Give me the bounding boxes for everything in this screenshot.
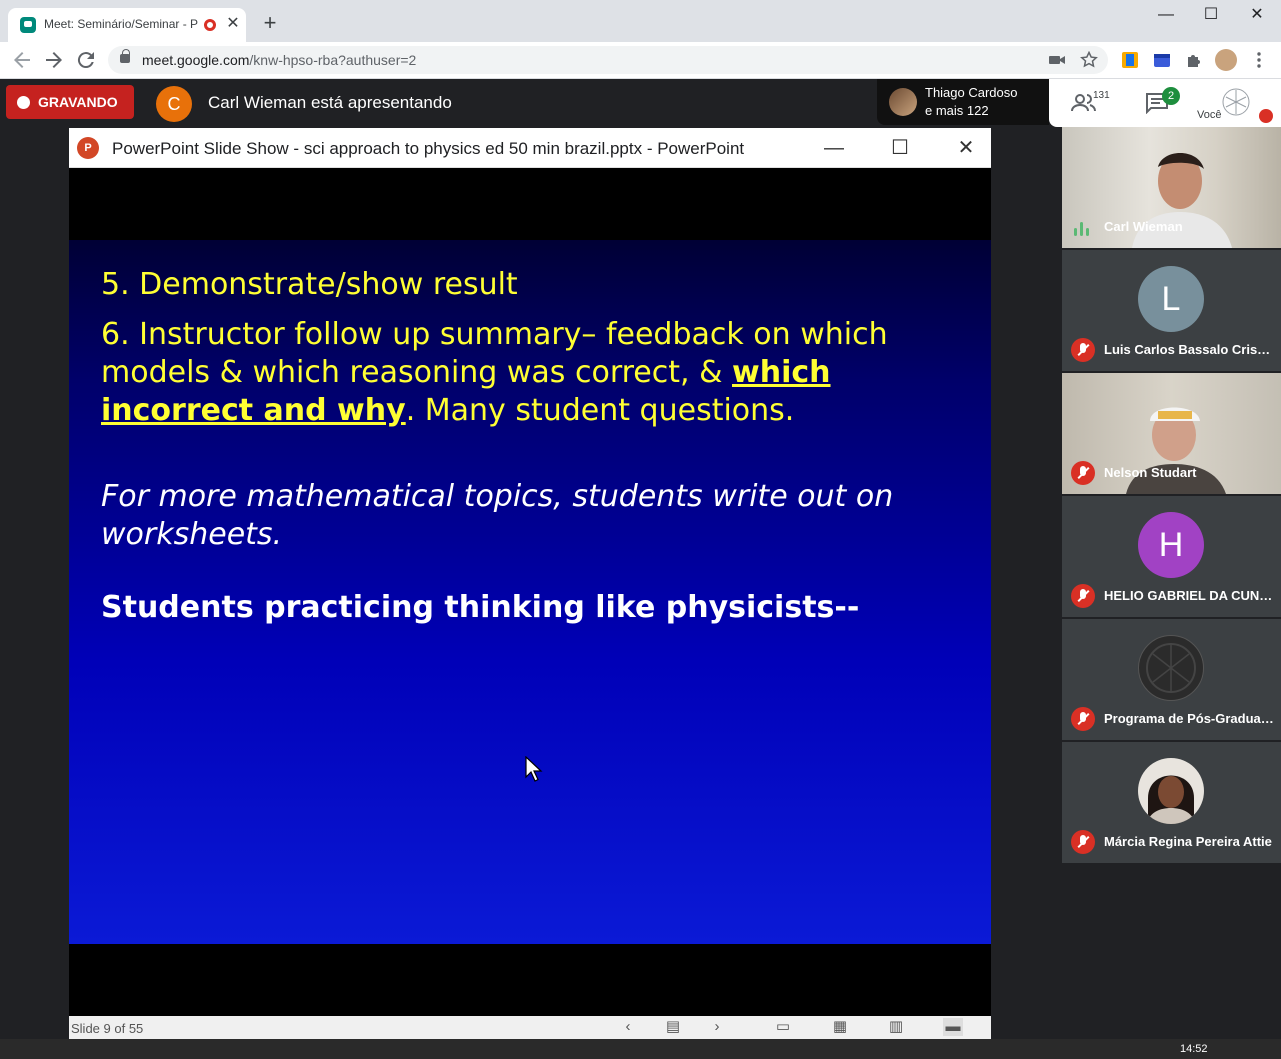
participant-avatar: H xyxy=(1138,512,1204,578)
recording-indicator-icon xyxy=(204,19,216,31)
forward-arrow-icon[interactable] xyxy=(42,48,66,72)
window-maximize-button[interactable]: ☐ xyxy=(1191,4,1231,28)
tab-title: Meet: Seminário/Seminar - P xyxy=(44,17,199,31)
powerpoint-window: P PowerPoint Slide Show - sci approach t… xyxy=(69,128,991,1039)
participant-name: Luis Carlos Bassalo Crispi... xyxy=(1104,342,1276,357)
window-minimize-button[interactable]: — xyxy=(1146,4,1186,28)
participant-name: HELIO GABRIEL DA CUNH... xyxy=(1104,588,1276,603)
participant-avatar-photo xyxy=(1138,758,1204,824)
new-tab-button[interactable]: + xyxy=(258,12,282,36)
mic-off-icon xyxy=(1071,461,1095,485)
address-bar[interactable]: meet.google.com/knw-hpso-rba?authuser=2 xyxy=(108,46,1108,74)
bookmark-star-icon[interactable] xyxy=(1080,50,1098,69)
participant-name: Márcia Regina Pereira Attie xyxy=(1104,834,1272,849)
previous-slide-icon[interactable]: ‹ xyxy=(618,1018,638,1036)
tab-close-button[interactable]: ✕ xyxy=(224,14,242,34)
slide-menu-icon[interactable]: ▤ xyxy=(663,1018,683,1036)
mic-off-icon xyxy=(1071,707,1095,731)
presenter-avatar: C xyxy=(156,86,192,122)
more-vert-icon[interactable] xyxy=(1250,51,1268,69)
presenting-status: Carl Wieman está apresentando xyxy=(208,93,452,112)
slide-counter: Slide 9 of 55 xyxy=(71,1021,144,1036)
slide-physicists-line: Students practicing thinking like physic… xyxy=(101,590,860,625)
participant-tile[interactable]: Programa de Pós-Graduaç... xyxy=(1062,619,1281,740)
self-mic-off-icon xyxy=(1259,109,1273,123)
participant-tile[interactable]: L Luis Carlos Bassalo Crispi... xyxy=(1062,250,1281,371)
participants-chip[interactable]: Thiago Cardoso e mais 122 xyxy=(877,79,1049,125)
normal-view-icon[interactable]: ▭ xyxy=(773,1018,793,1036)
powerpoint-logo-icon: P xyxy=(77,137,99,159)
participant-name: Programa de Pós-Graduaç... xyxy=(1104,711,1276,726)
recording-badge[interactable]: GRAVANDO xyxy=(6,85,134,119)
slide-item-6-tail: . Many student questions. xyxy=(405,393,795,428)
participants-count: 131 xyxy=(1093,90,1110,101)
recording-label: GRAVANDO xyxy=(38,94,118,110)
participant-avatar: L xyxy=(1138,266,1204,332)
self-label: Você xyxy=(1197,109,1222,121)
powerpoint-titlebar: P PowerPoint Slide Show - sci approach t… xyxy=(69,128,991,168)
chip-more: e mais 122 xyxy=(925,103,989,118)
os-taskbar: 14:52 xyxy=(0,1039,1281,1059)
participant-name: Carl Wieman xyxy=(1104,219,1183,234)
record-dot-icon xyxy=(17,96,30,109)
url-path: /knw-hpso-rba?authuser=2 xyxy=(249,52,417,68)
slideshow-view-icon[interactable]: ▬ xyxy=(943,1018,963,1036)
meet-favicon-icon xyxy=(20,17,36,33)
window-close-button[interactable]: ✕ xyxy=(1237,4,1277,28)
lock-icon xyxy=(120,49,130,63)
speaking-indicator-icon xyxy=(1074,220,1092,236)
camera-permission-icon[interactable] xyxy=(1048,51,1066,69)
participant-tile[interactable]: Nelson Studart xyxy=(1062,373,1281,494)
mic-off-icon xyxy=(1071,584,1095,608)
participant-tile[interactable]: H HELIO GABRIEL DA CUNH... xyxy=(1062,496,1281,617)
chat-badge: 2 xyxy=(1162,87,1180,105)
slide-math-note: For more mathematical topics, students w… xyxy=(101,479,894,552)
mouse-cursor-icon xyxy=(525,755,543,782)
mic-off-icon xyxy=(1071,338,1095,362)
slide-content[interactable]: 5. Demonstrate/show result 6. Instructor… xyxy=(69,240,991,944)
browser-toolbar: meet.google.com/knw-hpso-rba?authuser=2 xyxy=(0,42,1281,79)
chip-name: Thiago Cardoso xyxy=(925,85,1018,100)
meet-top-bar: GRAVANDO C Carl Wieman está apresentando… xyxy=(0,79,1281,127)
browser-tab-strip: Meet: Seminário/Seminar - P ✕ + — ☐ ✕ xyxy=(0,0,1281,42)
slide-sorter-icon[interactable]: ▦ xyxy=(830,1018,850,1036)
slide-item-6: 6. Instructor follow up summary– feedbac… xyxy=(101,316,961,430)
reading-view-icon[interactable]: ▥ xyxy=(886,1018,906,1036)
powerpoint-status-bar: Slide 9 of 55 ‹ ▤ › ▭ ▦ ▥ ▬ xyxy=(69,1016,991,1039)
url-host: meet.google.com xyxy=(142,52,250,68)
ppt-maximize-button[interactable]: ☐ xyxy=(885,134,915,162)
program-logo-icon xyxy=(1138,635,1204,701)
participant-tile[interactable]: Carl Wieman xyxy=(1062,127,1281,248)
participant-tiles: Carl Wieman L Luis Carlos Bassalo Crispi… xyxy=(1062,127,1281,865)
powerpoint-window-title: PowerPoint Slide Show - sci approach to … xyxy=(112,139,745,158)
browser-tab[interactable]: Meet: Seminário/Seminar - P ✕ xyxy=(8,8,246,42)
profile-avatar-icon[interactable] xyxy=(1215,49,1237,71)
participant-tile[interactable]: Márcia Regina Pereira Attie xyxy=(1062,742,1281,863)
presentation-stage: P PowerPoint Slide Show - sci approach t… xyxy=(0,127,1062,1039)
extension-pi-icon[interactable] xyxy=(1121,51,1139,69)
taskbar-clock: 14:52 xyxy=(1180,1043,1208,1055)
mic-off-icon xyxy=(1071,830,1095,854)
self-avatar-icon xyxy=(1221,87,1251,117)
participant-name: Nelson Studart xyxy=(1104,465,1197,480)
participant-thumbnail xyxy=(889,88,917,116)
ppt-close-button[interactable]: ✕ xyxy=(951,134,981,162)
extensions-puzzle-icon[interactable] xyxy=(1185,51,1203,69)
next-slide-icon[interactable]: › xyxy=(707,1018,727,1036)
back-arrow-icon[interactable] xyxy=(10,48,34,72)
reload-icon[interactable] xyxy=(74,48,98,72)
slide-item-5: 5. Demonstrate/show result xyxy=(101,267,518,302)
ppt-minimize-button[interactable]: — xyxy=(819,134,849,162)
extension-calendar-icon[interactable] xyxy=(1153,51,1171,69)
meet-controls-panel: 131 2 Você xyxy=(1049,79,1281,127)
